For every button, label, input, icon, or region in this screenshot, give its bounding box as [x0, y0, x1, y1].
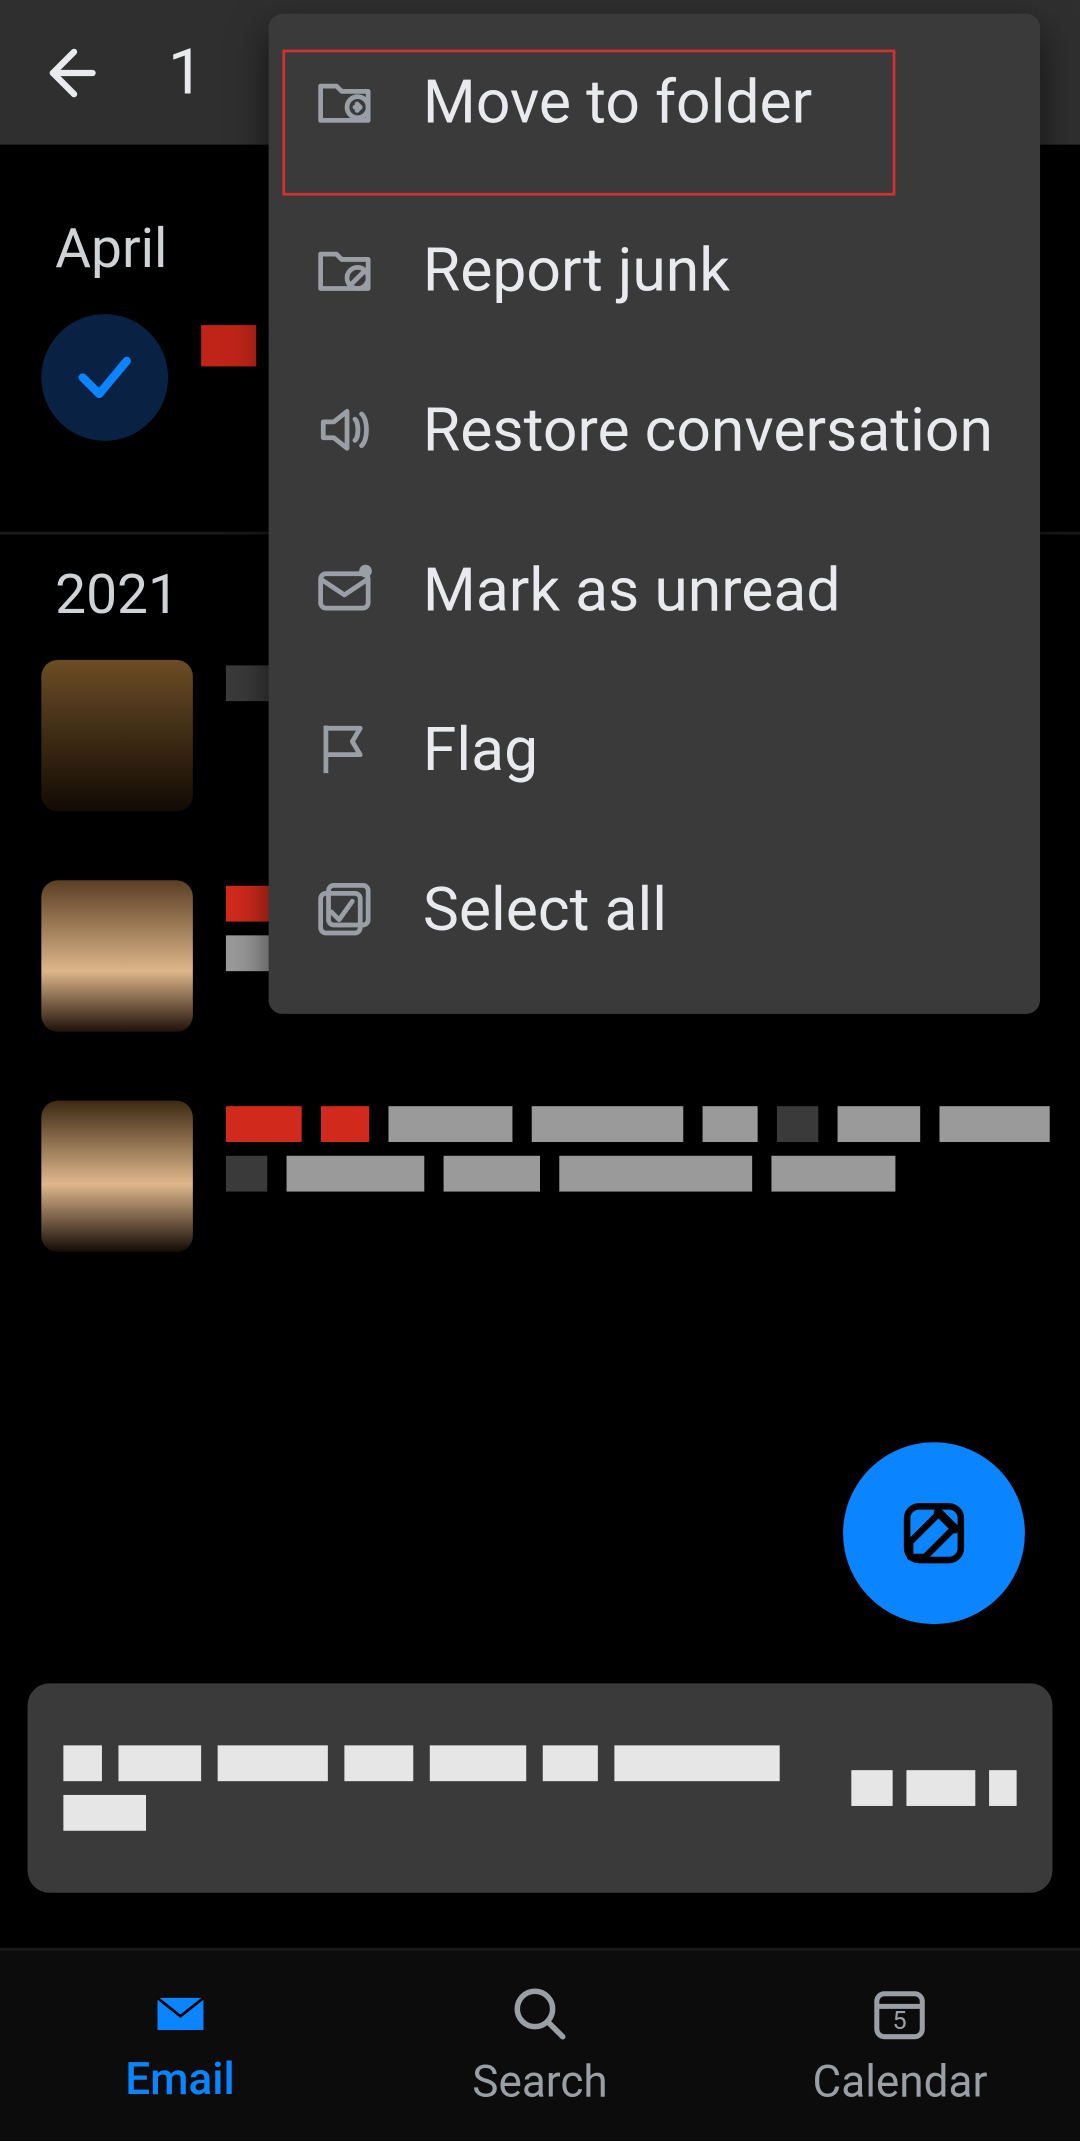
- menu-label: Restore conversation: [423, 394, 993, 466]
- menu-label: Mark as unread: [423, 554, 841, 626]
- bottom-nav: Email Search 5 Calendar: [0, 1948, 1080, 2141]
- back-button[interactable]: [17, 23, 116, 122]
- mail-unread-icon: [304, 550, 384, 630]
- menu-mark-unread[interactable]: Mark as unread: [269, 510, 1040, 670]
- flag-icon: [304, 709, 384, 789]
- selected-check-icon: [41, 314, 168, 441]
- tab-email[interactable]: Email: [0, 1951, 360, 2141]
- menu-label: Select all: [423, 873, 667, 945]
- tab-calendar[interactable]: 5 Calendar: [720, 1951, 1080, 2141]
- folder-block-icon: [304, 230, 384, 310]
- svg-text:5: 5: [893, 2007, 907, 2036]
- undo-snackbar[interactable]: [28, 1683, 1053, 1892]
- annotation-highlight: [282, 50, 895, 196]
- email-icon: [147, 1986, 213, 2041]
- menu-label: Report junk: [423, 234, 730, 306]
- tab-email-label: Email: [125, 2053, 235, 2105]
- email-preview: [226, 1101, 1053, 1192]
- menu-label: Flag: [423, 714, 538, 786]
- select-all-icon: [304, 869, 384, 949]
- calendar-icon: 5: [870, 1984, 931, 2045]
- tab-search-label: Search: [472, 2055, 607, 2107]
- menu-flag[interactable]: Flag: [269, 669, 1040, 829]
- avatar: [41, 660, 193, 812]
- avatar: [41, 880, 193, 1032]
- menu-restore-conversation[interactable]: Restore conversation: [269, 350, 1040, 510]
- selection-count: 1: [168, 35, 204, 109]
- menu-select-all[interactable]: Select all: [269, 829, 1040, 989]
- search-icon: [510, 1984, 571, 2045]
- snackbar-message: [63, 1745, 851, 1830]
- compose-fab[interactable]: [843, 1442, 1025, 1624]
- avatar: [41, 1101, 193, 1253]
- menu-report-junk[interactable]: Report junk: [269, 190, 1040, 350]
- tab-search[interactable]: Search: [360, 1951, 720, 2141]
- snackbar-action[interactable]: [851, 1770, 1016, 1806]
- tab-calendar-label: Calendar: [813, 2055, 988, 2107]
- speaker-icon: [304, 390, 384, 470]
- email-row[interactable]: [0, 1076, 1080, 1296]
